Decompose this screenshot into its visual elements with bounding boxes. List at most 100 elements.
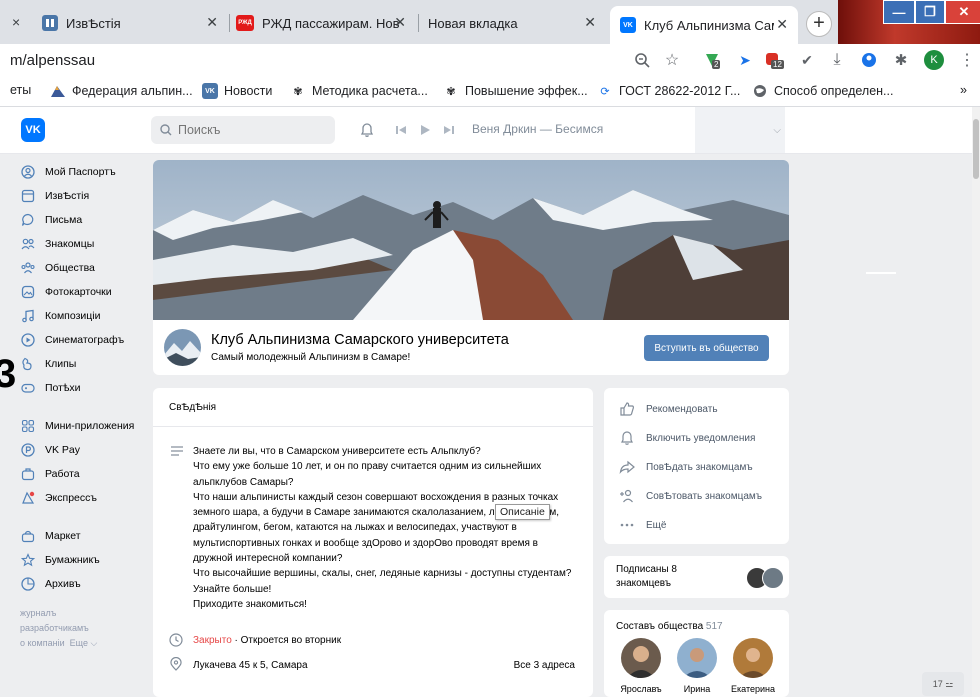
member-item[interactable]: Екатерина [728, 638, 778, 694]
search-input[interactable] [176, 122, 320, 138]
subscribed-friends-card[interactable]: Подписаны 8 знакомцевъ [604, 556, 789, 598]
sidebar-item-messages[interactable]: Письма [20, 208, 145, 232]
gamepad-icon [20, 380, 36, 396]
sidebar-item-clips[interactable]: Клипы [20, 352, 145, 376]
join-group-button[interactable]: Вступить въ общество [644, 335, 769, 361]
close-window-icon[interactable]: ✕ [945, 0, 980, 24]
notifications-bell-icon[interactable] [358, 121, 376, 139]
bookmark-item[interactable]: VK Новости [202, 83, 272, 99]
player-track-title[interactable]: Веня Дркин — Бесимся [472, 122, 603, 136]
tab-close-icon[interactable]: ✕ [776, 16, 788, 33]
new-tab-button[interactable]: + [806, 11, 832, 37]
footer-link-developers[interactable]: разработчикамъ [20, 621, 145, 636]
tab-izvestia[interactable]: ИзвѢстія ✕ [42, 8, 228, 38]
invite-friends-action[interactable]: СовѢтовать знакомцамъ [618, 487, 762, 505]
bookmark-item[interactable]: Федерация альпин... [50, 83, 193, 99]
search-box[interactable] [151, 116, 335, 144]
sidebar-item-wallet[interactable]: Бумажникъ [20, 548, 145, 572]
footer-more-link[interactable]: Еще ⌵ [70, 638, 98, 648]
info-card-title: СвѢдѢнія [169, 402, 217, 413]
previous-track-icon[interactable] [392, 121, 410, 139]
gost-icon: ⟳ [600, 85, 610, 98]
bookmark-item[interactable]: ⟳ ГОСТ 28622-2012 Г... [597, 83, 740, 99]
group-avatar[interactable] [164, 329, 201, 366]
photo-icon [20, 284, 36, 300]
chat-counter-badge[interactable]: 17 ⚍ [922, 672, 964, 696]
profile-avatar[interactable]: K [924, 50, 944, 70]
sidebar-item-archive[interactable]: Архивъ [20, 572, 145, 596]
all-addresses-link[interactable]: Все 3 адреса [514, 660, 575, 671]
zoom-icon[interactable] [633, 51, 651, 69]
sidebar-item-market[interactable]: Маркет [20, 524, 145, 548]
download-icon[interactable]: ⤓ [828, 51, 846, 69]
tab-new[interactable]: Новая вкладка ✕ [428, 8, 606, 38]
bookmark-item[interactable]: еты [10, 83, 31, 97]
bookmarks-overflow-icon[interactable]: » [960, 83, 967, 97]
tab-close-icon[interactable]: ✕ [206, 14, 218, 31]
sidebar-item-vk-pay[interactable]: VK Pay [20, 438, 145, 462]
mountain-icon [50, 83, 66, 99]
tab-vk-club[interactable]: VK Клуб Альпинизма Сам ✕ [610, 6, 798, 44]
extension-shield-icon[interactable]: 2 [703, 51, 721, 69]
tab-previous[interactable]: × [0, 8, 26, 38]
thumbs-up-icon [618, 400, 636, 418]
more-action[interactable]: Ещё [618, 516, 666, 534]
members-card: Составъ общества 517 Ярославъ Ирина Екат… [604, 610, 789, 697]
izvestia-favicon-icon [42, 15, 58, 31]
message-icon [20, 212, 36, 228]
sidebar-item-groups[interactable]: Общества [20, 256, 145, 280]
extension-red-icon[interactable]: 12 [764, 51, 784, 69]
page-scrollbar[interactable] [972, 107, 980, 697]
sidebar-item-video[interactable]: Синематографъ [20, 328, 145, 352]
tab-close-icon[interactable]: ✕ [394, 14, 406, 31]
vk-header: VK Веня Дркин — Бесимся ⌵ [0, 107, 972, 154]
menu-kebab-icon[interactable]: ⋮ [958, 51, 976, 69]
scrollbar-thumb[interactable] [973, 119, 979, 179]
profile-menu[interactable]: ⌵ [695, 107, 785, 153]
browser-toolbar: m/alpenssau ☆ 2 ➤ 12 ✔ ⤓ ✱ K ⋮ [0, 44, 980, 76]
bookmark-item[interactable]: ✾ Методика расчета... [290, 83, 427, 99]
sidebar-item-friends[interactable]: Знакомцы [20, 232, 145, 256]
friend-avatar [762, 567, 784, 589]
address-bar[interactable]: m/alpenssau [10, 52, 95, 69]
work-icon [20, 466, 36, 482]
bookmark-favicon-icon: ✾ [293, 85, 303, 98]
sidebar-item-news[interactable]: ИзвѢстія [20, 184, 145, 208]
sidebar-item-music[interactable]: Композиціи [20, 304, 145, 328]
tab-title: РЖД пассажирам. Нов [262, 15, 400, 31]
footer-link-journal[interactable]: журналъ [20, 606, 145, 621]
extension-arrow-icon[interactable]: ➤ [736, 51, 754, 69]
sidebar-item-profile[interactable]: Мой Паспортъ [20, 160, 145, 184]
enable-notifications-action[interactable]: Включить уведомления [618, 429, 755, 447]
sidebar-item-mini-apps[interactable]: Мини-приложения [20, 414, 145, 438]
group-cover-image [153, 160, 789, 320]
divider [153, 426, 593, 427]
sidebar-item-work[interactable]: Работа [20, 462, 145, 486]
group-address[interactable]: Лукачева 45 к 5, Самара [193, 660, 308, 671]
sidebar-item-games[interactable]: Потѣхи [20, 376, 145, 400]
share-action[interactable]: ПовѢдать знакомцамъ [618, 458, 753, 476]
extension-bird-icon[interactable]: ✔ [798, 51, 816, 69]
share-icon [618, 458, 636, 476]
bookmark-item[interactable]: Способ определен... [752, 83, 893, 99]
maximize-icon[interactable]: ❐ [915, 0, 945, 24]
tab-close-icon[interactable]: ✕ [584, 14, 596, 31]
play-icon[interactable] [416, 121, 434, 139]
footer-link-about[interactable]: о компаніи [20, 638, 65, 648]
member-item[interactable]: Ярославъ [616, 638, 666, 694]
sidebar-item-photos[interactable]: Фотокарточки [20, 280, 145, 304]
vk-logo[interactable]: VK [21, 118, 45, 142]
tab-close-icon[interactable]: × [12, 14, 20, 30]
recommend-action[interactable]: Рекомендовать [618, 400, 718, 418]
news-icon [20, 188, 36, 204]
extensions-puzzle-icon[interactable]: ✱ [892, 51, 910, 69]
minimize-icon[interactable]: — [883, 0, 915, 24]
bookmark-item[interactable]: ✾ Повышение эффек... [443, 83, 587, 99]
tab-rzd[interactable]: РЖД РЖД пассажирам. Нов ✕ [236, 8, 416, 38]
bookmark-star-icon[interactable]: ☆ [663, 51, 681, 69]
member-item[interactable]: Ирина [672, 638, 722, 694]
sidebar-item-express[interactable]: Экспрессъ [20, 486, 145, 510]
extension-blue-icon[interactable] [860, 51, 878, 69]
member-avatar [733, 638, 773, 678]
next-track-icon[interactable] [440, 121, 458, 139]
